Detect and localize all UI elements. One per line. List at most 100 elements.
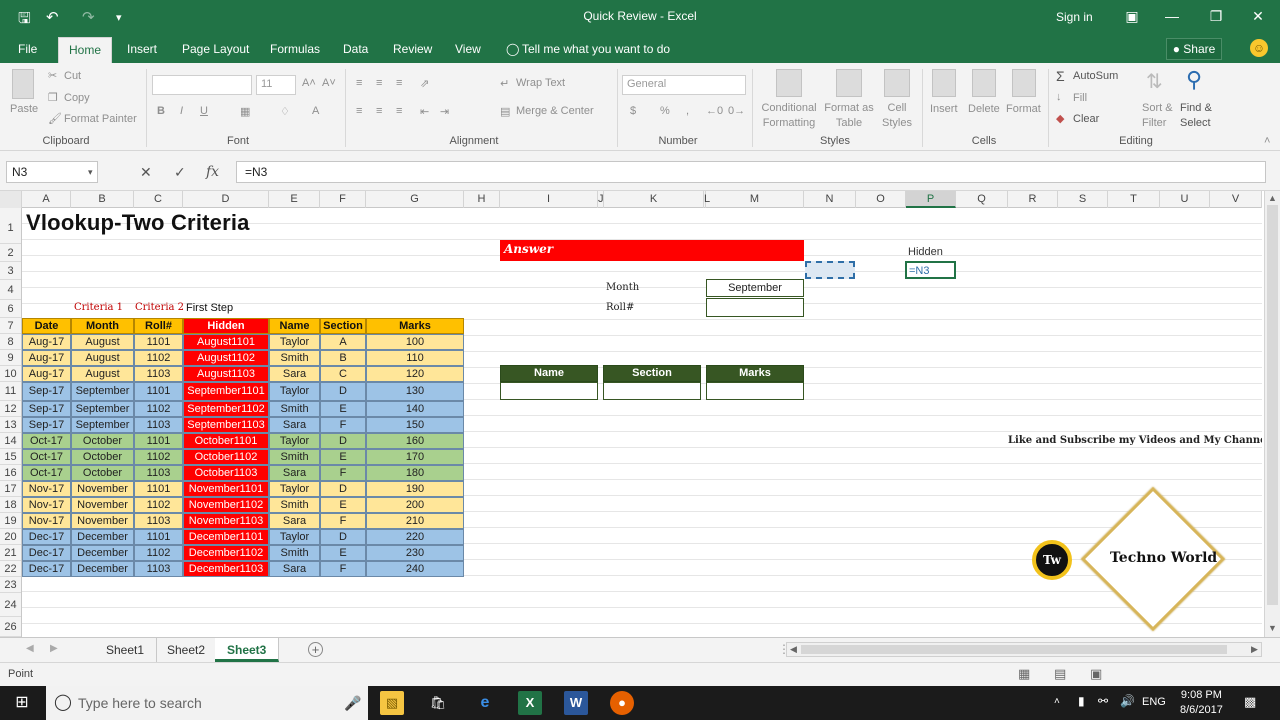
edge-icon[interactable]: e [473, 691, 497, 715]
row-header[interactable]: 17 [0, 481, 21, 497]
table-cell[interactable]: Taylor [269, 334, 320, 350]
table-cell[interactable]: December1102 [183, 545, 269, 561]
page-layout-view-icon[interactable]: ▤ [1054, 666, 1066, 682]
table-cell[interactable]: September [71, 401, 134, 417]
row-header[interactable]: 3 [0, 262, 21, 280]
horizontal-scrollbar[interactable]: ◀ ▶ [786, 642, 1262, 657]
table-cell[interactable]: Nov-17 [22, 497, 71, 513]
comma-style-icon[interactable]: , [686, 105, 689, 117]
column-header[interactable]: O [856, 191, 906, 208]
row-header[interactable]: 10 [0, 366, 21, 382]
table-cell[interactable]: Dec-17 [22, 545, 71, 561]
table-cell[interactable]: Taylor [269, 481, 320, 497]
wrap-text-button[interactable]: Wrap Text [516, 77, 565, 89]
row-header[interactable]: 15 [0, 449, 21, 465]
result-header-section[interactable]: Section [603, 365, 701, 382]
ribbon-display-icon[interactable]: ▣ [1122, 6, 1142, 26]
tab-data[interactable]: Data [343, 42, 368, 56]
autosum-button[interactable]: AutoSum [1073, 70, 1118, 82]
table-cell[interactable]: D [320, 433, 366, 449]
table-cell[interactable]: Smith [269, 497, 320, 513]
row-header[interactable]: 19 [0, 513, 21, 529]
table-cell[interactable]: August1101 [183, 334, 269, 350]
table-cell[interactable]: Nov-17 [22, 513, 71, 529]
underline-icon[interactable]: U [200, 105, 208, 117]
month-input[interactable]: September [706, 279, 804, 297]
delete-cells-button[interactable]: Delete [968, 103, 1000, 115]
clear-button[interactable]: Clear [1073, 113, 1099, 125]
format-cells-button[interactable]: Format [1006, 103, 1041, 115]
table-cell[interactable]: Taylor [269, 433, 320, 449]
table-cell[interactable]: Dec-17 [22, 561, 71, 577]
table-cell[interactable]: October1103 [183, 465, 269, 481]
table-cell[interactable]: B [320, 350, 366, 366]
file-explorer-icon[interactable]: ▧ [380, 691, 404, 715]
table-cell[interactable]: Sep-17 [22, 382, 71, 401]
table-cell[interactable]: 1103 [134, 513, 183, 529]
table-cell[interactable]: October1102 [183, 449, 269, 465]
volume-icon[interactable]: 🔊 [1120, 694, 1135, 708]
collapse-ribbon-icon[interactable]: ˄ [1264, 135, 1270, 147]
sign-in-link[interactable]: Sign in [1056, 10, 1093, 24]
firefox-icon[interactable]: ● [610, 691, 634, 715]
tab-file[interactable]: File [18, 42, 37, 56]
column-header[interactable]: D [183, 191, 269, 208]
table-cell[interactable]: C [320, 366, 366, 382]
merge-center-button[interactable]: Merge & Center [516, 105, 594, 117]
table-cell[interactable]: December [71, 529, 134, 545]
column-header[interactable]: M [706, 191, 804, 208]
notifications-icon[interactable]: ▩ [1244, 694, 1256, 710]
find-select-button[interactable]: Find & Select [1180, 101, 1222, 131]
windows-start-icon[interactable]: ⊞ [10, 691, 34, 715]
table-cell[interactable]: October [71, 449, 134, 465]
table-cell[interactable]: October1101 [183, 433, 269, 449]
table-cell[interactable]: 230 [366, 545, 464, 561]
network-icon[interactable]: ⚯ [1098, 694, 1108, 708]
format-painter-button[interactable]: Format Painter [64, 113, 137, 125]
roll-input[interactable] [706, 298, 804, 317]
column-header[interactable]: Q [956, 191, 1008, 208]
active-cell-P3[interactable]: =N3 [905, 261, 956, 279]
column-header[interactable]: I [500, 191, 598, 208]
table-cell[interactable]: August1103 [183, 366, 269, 382]
row-header[interactable]: 1 [0, 212, 21, 244]
table-cell[interactable]: 1101 [134, 382, 183, 401]
table-cell[interactable]: 240 [366, 561, 464, 577]
table-cell[interactable]: 1103 [134, 465, 183, 481]
language-indicator[interactable]: ENG [1142, 696, 1166, 708]
table-cell[interactable]: 140 [366, 401, 464, 417]
scroll-down-icon[interactable]: ▼ [1268, 623, 1277, 633]
table-cell[interactable]: November1101 [183, 481, 269, 497]
scroll-left-icon[interactable]: ◀ [790, 644, 797, 655]
column-header[interactable]: A [22, 191, 71, 208]
column-header[interactable]: K [604, 191, 704, 208]
microphone-icon[interactable]: 🎤 [344, 686, 361, 720]
table-cell[interactable]: Aug-17 [22, 350, 71, 366]
column-header[interactable]: E [269, 191, 320, 208]
table-cell[interactable]: August [71, 350, 134, 366]
horizontal-scroll-thumb[interactable] [801, 645, 1227, 654]
row-header[interactable]: 24 [0, 593, 21, 617]
align-left-icon[interactable]: ≡ [356, 105, 362, 117]
align-middle-icon[interactable]: ≡ [376, 77, 382, 89]
table-cell[interactable]: E [320, 449, 366, 465]
column-header[interactable]: B [71, 191, 134, 208]
table-cell[interactable]: Nov-17 [22, 481, 71, 497]
table-cell[interactable]: August1102 [183, 350, 269, 366]
table-cell[interactable]: Smith [269, 449, 320, 465]
table-cell[interactable]: 210 [366, 513, 464, 529]
tray-chevron-icon[interactable]: ˄ [1054, 696, 1060, 707]
table-cell[interactable]: Taylor [269, 382, 320, 401]
store-icon[interactable]: 🛍 [426, 691, 450, 715]
tab-home[interactable]: Home [58, 37, 113, 63]
font-color-icon[interactable]: A [312, 105, 319, 117]
column-header[interactable]: H [464, 191, 500, 208]
row-header[interactable]: 8 [0, 334, 21, 350]
page-break-view-icon[interactable]: ▣ [1090, 666, 1102, 682]
row-header[interactable]: 4 [0, 280, 21, 300]
table-cell[interactable]: Oct-17 [22, 433, 71, 449]
row-header[interactable]: 7 [0, 318, 21, 334]
row-header[interactable]: 6 [0, 300, 21, 318]
table-cell[interactable]: Sep-17 [22, 417, 71, 433]
table-cell[interactable]: September1103 [183, 417, 269, 433]
